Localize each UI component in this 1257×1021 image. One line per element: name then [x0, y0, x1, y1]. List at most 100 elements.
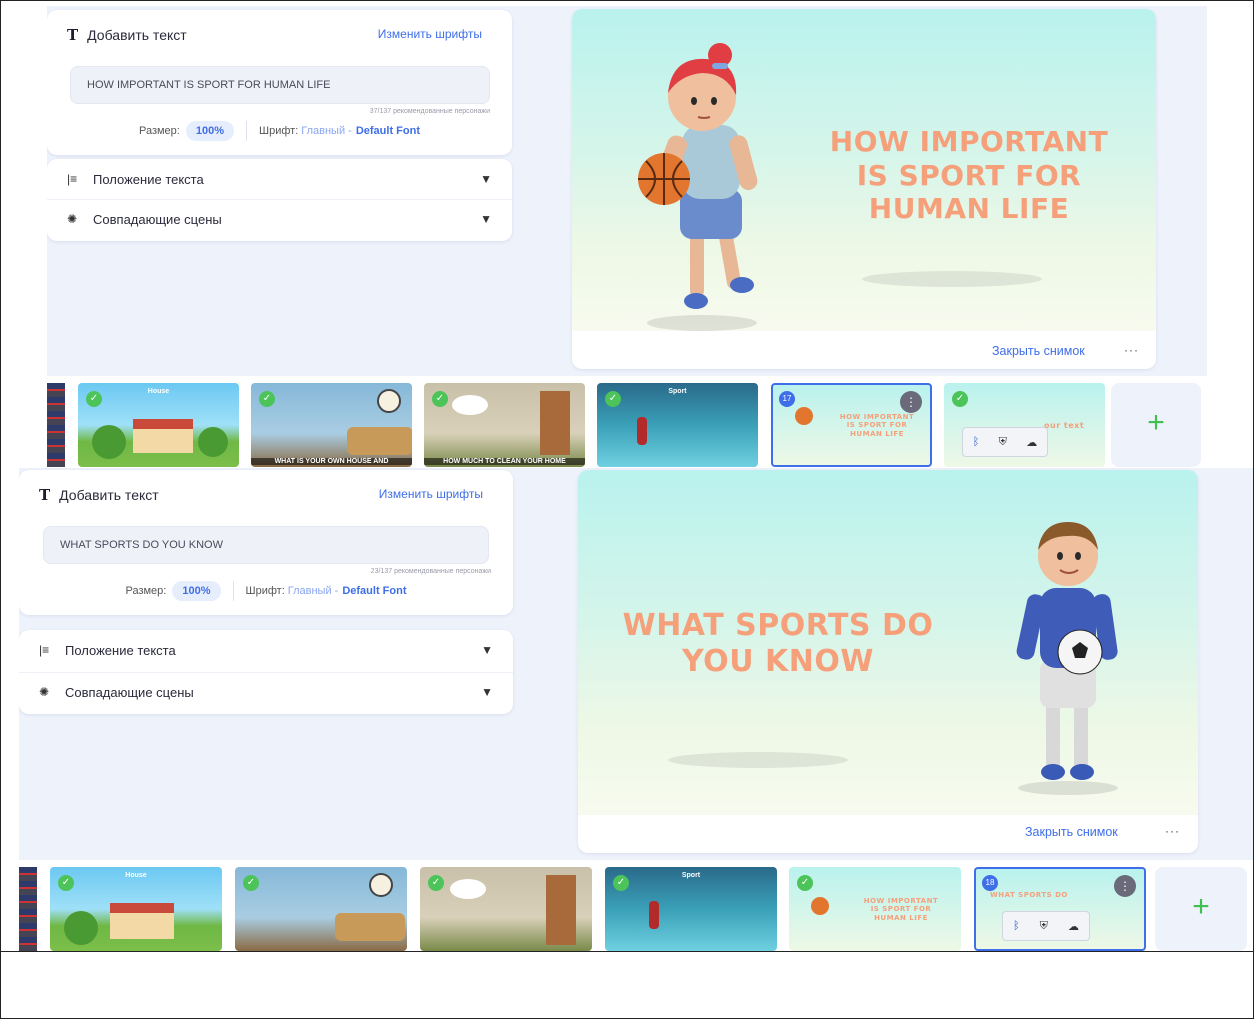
floor-shadow [862, 271, 1042, 287]
more-icon[interactable]: ··· [1165, 824, 1180, 838]
thumbnail-title: HOW IMPORTANT IS SPORT FOR HUMAN LIFE [851, 897, 951, 922]
scene-text-input[interactable]: WHAT SPORTS DO YOU KNOW [43, 526, 489, 564]
thumbnail-label: House [147, 388, 170, 395]
house-graphic [133, 419, 193, 453]
check-icon: ✓ [797, 875, 813, 891]
scene-title-line: HUMAN LIFE [868, 192, 1070, 226]
size-value-chip[interactable]: 100% [185, 121, 234, 141]
size-label: Размер: [138, 125, 180, 137]
font-category[interactable]: Главный - [288, 585, 339, 597]
basketball-graphic [811, 897, 829, 915]
thumbnail-title: WHAT SPORTS DO [990, 891, 1068, 899]
font-name[interactable]: Default Font [356, 125, 420, 137]
chevron-down-icon[interactable]: ▼ [481, 643, 493, 657]
scene-thumbnail-partial[interactable] [19, 867, 37, 951]
shield-icon[interactable]: ⛨ [999, 436, 1007, 449]
door-graphic [540, 391, 570, 455]
add-text-card: T Добавить текст Изменить шрифты WHAT SP… [19, 470, 513, 615]
scene-thumbnail-active-17[interactable]: 17 ⋮ HOW IMPORTANT IS SPORT FOR HUMAN LI… [771, 383, 932, 467]
screenshot-frame: T Добавить текст Изменить шрифты HOW IMP… [0, 0, 1254, 1019]
add-text-card: T Добавить текст Изменить шрифты HOW IMP… [47, 10, 512, 155]
scene-thumbnail-house[interactable]: ✓ House [50, 867, 222, 951]
close-snapshot-button[interactable]: Закрыть снимок [992, 344, 1085, 358]
shield-icon[interactable]: ⛨ [1040, 920, 1048, 933]
system-tray-popup: ᛒ ⛨ ☁ [962, 427, 1048, 457]
thumbnail-placeholder-text: our text [1044, 421, 1085, 430]
accordion-card: |≡ Положение текста ▼ ✺ Совпадающие сцен… [19, 630, 513, 714]
scene-strip-1: ✓ House ✓ WHAT IS YOUR OWN HOUSE AND ✓ H… [47, 379, 1207, 469]
divider [232, 581, 234, 601]
scene-thumbnail-active-18[interactable]: 18 ⋮ WHAT SPORTS DO ᛒ ⛨ ☁ [974, 867, 1146, 951]
girl-basketball-character [638, 43, 758, 331]
scene-thumbnail-new[interactable]: ✓ our text ᛒ ⛨ ☁ [944, 383, 1105, 467]
add-scene-button[interactable]: + [1155, 867, 1247, 951]
close-snapshot-button[interactable]: Закрыть снимок [1025, 825, 1118, 839]
scene-thumbnail-clean[interactable]: ✓ [420, 867, 592, 951]
chevron-down-icon[interactable]: ▼ [481, 685, 493, 699]
font-category[interactable]: Главный - [301, 125, 352, 137]
matching-scenes-row[interactable]: ✺ Совпадающие сцены ▼ [67, 199, 492, 239]
thumbnail-title: HOW IMPORTANT IS SPORT FOR HUMAN LIFE [829, 413, 925, 438]
chevron-down-icon[interactable]: ▼ [480, 172, 492, 186]
scene-thumbnail-partial[interactable] [47, 383, 65, 467]
accordion-card: |≡ Положение текста ▼ ✺ Совпадающие сцен… [47, 159, 512, 241]
text-t-icon: T [39, 486, 51, 504]
more-icon[interactable]: ··· [1124, 343, 1139, 357]
scene-canvas[interactable]: HOW IMPORTANT IS SPORT FOR HUMAN LIFE [572, 9, 1156, 331]
size-font-row: Размер: 100% Шрифт: Главный - Default Fo… [47, 121, 512, 141]
editor-panel-2: T Добавить текст Изменить шрифты WHAT SP… [19, 468, 1253, 860]
scene-thumbnail-sport[interactable]: ✓ Sport [597, 383, 758, 467]
check-icon: ✓ [243, 875, 259, 891]
tree-graphic [64, 911, 98, 945]
size-value-chip[interactable]: 100% [172, 581, 221, 601]
add-scene-button[interactable]: + [1111, 383, 1201, 467]
scene-thumbnail-house[interactable]: ✓ House [78, 383, 239, 467]
scene-thumbnail-17[interactable]: ✓ HOW IMPORTANT IS SPORT FOR HUMAN LIFE [789, 867, 961, 951]
check-icon: ✓ [259, 391, 275, 407]
text-t-icon: T [67, 26, 79, 44]
more-icon[interactable]: ⋮ [1114, 875, 1136, 897]
scene-title: WHAT SPORTS DO YOU KNOW [618, 608, 938, 680]
scene-thumbnail-room[interactable]: ✓ [235, 867, 407, 951]
char-counter: 23/137 рекомендованные персонажи [370, 568, 491, 575]
scene-title-line: IS SPORT FOR [856, 158, 1082, 192]
scene-thumbnail-clean[interactable]: ✓ HOW MUCH TO CLEAN YOUR HOME [424, 383, 585, 467]
system-tray-popup: ᛒ ⛨ ☁ [1002, 911, 1090, 941]
font-name[interactable]: Default Font [342, 585, 406, 597]
thumbnail-title-line: IS SPORT FOR [846, 421, 908, 430]
scene-canvas[interactable]: WHAT SPORTS DO YOU KNOW [578, 470, 1198, 815]
font-label: Шрифт: [259, 125, 299, 137]
matching-scenes-row[interactable]: ✺ Совпадающие сцены ▼ [39, 672, 493, 712]
bluetooth-icon[interactable]: ᛒ [1013, 920, 1020, 932]
add-text-label: Добавить текст [59, 487, 159, 503]
size-font-row: Размер: 100% Шрифт: Главный - Default Fo… [19, 581, 513, 601]
matching-scenes-label: Совпадающие сцены [65, 684, 194, 700]
scene-title-line: HOW IMPORTANT [829, 125, 1109, 158]
scene-thumbnail-sport[interactable]: ✓ Sport [605, 867, 777, 951]
scene-thumbnail-room[interactable]: ✓ WHAT IS YOUR OWN HOUSE AND [251, 383, 412, 467]
thumbnail-title-line: HUMAN LIFE [874, 913, 928, 922]
editor-panel-1: T Добавить текст Изменить шрифты HOW IMP… [47, 6, 1207, 376]
change-fonts-link[interactable]: Изменить шрифты [378, 27, 482, 41]
text-position-row[interactable]: |≡ Положение текста ▼ [39, 630, 493, 670]
brain-icon: ✺ [39, 685, 50, 699]
floor-shadow [668, 752, 848, 768]
thumbnail-label: Sport [681, 872, 701, 879]
change-fonts-link[interactable]: Изменить шрифты [379, 487, 483, 501]
thumbnail-caption: WHAT IS YOUR OWN HOUSE AND [251, 458, 412, 465]
clock-graphic [369, 873, 393, 897]
scene-number-badge: 17 [779, 391, 795, 407]
boy-soccer-character [1016, 522, 1118, 795]
scene-text-input[interactable]: HOW IMPORTANT IS SPORT FOR HUMAN LIFE [70, 66, 490, 104]
more-icon[interactable]: ⋮ [900, 391, 922, 413]
cloud-icon[interactable]: ☁ [1068, 920, 1079, 933]
thumbnail-label: Sport [668, 388, 687, 395]
chevron-down-icon[interactable]: ▼ [480, 212, 492, 226]
text-position-row[interactable]: |≡ Положение текста ▼ [67, 159, 492, 199]
size-label: Размер: [125, 585, 167, 597]
clock-graphic [377, 389, 401, 413]
bluetooth-icon[interactable]: ᛒ [973, 436, 980, 448]
add-text-header: T Добавить текст [39, 486, 159, 504]
add-text-label: Добавить текст [87, 27, 187, 43]
cloud-icon[interactable]: ☁ [1026, 436, 1037, 449]
